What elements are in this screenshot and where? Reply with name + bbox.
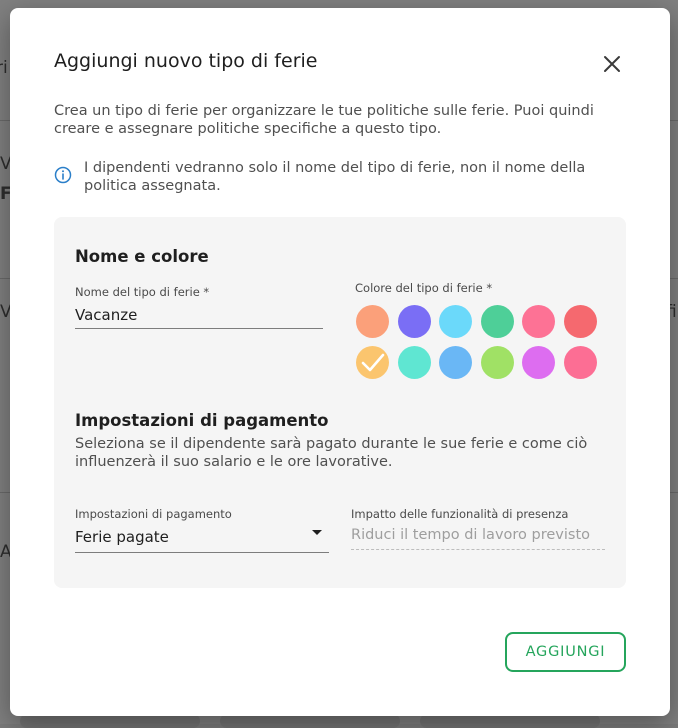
form-card: Nome e colore Nome del tipo di ferie * V… [54, 217, 626, 588]
color-swatch[interactable] [480, 346, 514, 379]
background-bar [220, 714, 400, 728]
close-icon [604, 56, 620, 72]
payment-description: Seleziona se il dipendente sarà pagato d… [75, 436, 588, 470]
color-swatch[interactable] [563, 305, 597, 338]
color-swatch[interactable] [522, 305, 555, 338]
name-input-underline [75, 328, 323, 329]
info-text: I dipendenti vedranno solo il nome del t… [84, 160, 586, 194]
add-button[interactable]: AGGIUNGI [505, 632, 626, 672]
payment-section-title: Impostazioni di pagamento [75, 411, 329, 430]
checkmark-icon [361, 353, 385, 372]
dialog-title: Aggiungi nuovo tipo di ferie [54, 50, 318, 72]
color-swatch[interactable] [356, 346, 389, 379]
leave-type-name-label: Nome del tipo di ferie * [75, 285, 210, 299]
presence-impact-field: Riduci il tempo di lavoro previsto [351, 527, 591, 543]
presence-impact-underline [351, 549, 605, 550]
presence-impact-label: Impatto delle funzionalità di presenza [351, 507, 569, 521]
color-swatch[interactable] [397, 346, 431, 379]
add-leave-type-dialog: Aggiungi nuovo tipo di ferie Crea un tip… [10, 8, 670, 716]
color-swatch[interactable] [439, 305, 472, 338]
color-swatch[interactable] [522, 346, 555, 379]
background-fragment: ri [0, 58, 8, 78]
color-swatch[interactable] [397, 305, 431, 338]
dialog-description: Crea un tipo di ferie per organizzare le… [54, 103, 594, 137]
color-swatch[interactable] [563, 346, 597, 379]
payment-settings-label: Impostazioni di pagamento [75, 507, 232, 521]
name-color-section-title: Nome e colore [75, 247, 209, 266]
leave-type-color-label: Colore del tipo di ferie * [355, 281, 493, 295]
background-bar [420, 714, 600, 728]
info-icon [54, 166, 72, 184]
dropdown-caret-icon[interactable] [312, 530, 322, 535]
payment-settings-select[interactable]: Ferie pagate [75, 528, 169, 546]
color-swatch[interactable] [439, 346, 472, 379]
color-swatch[interactable] [356, 305, 389, 338]
payment-select-underline [75, 552, 329, 553]
close-button[interactable] [602, 54, 622, 74]
color-swatch[interactable] [480, 305, 514, 338]
background-bar [20, 714, 200, 728]
leave-type-name-input[interactable]: Vacanze [75, 306, 137, 324]
